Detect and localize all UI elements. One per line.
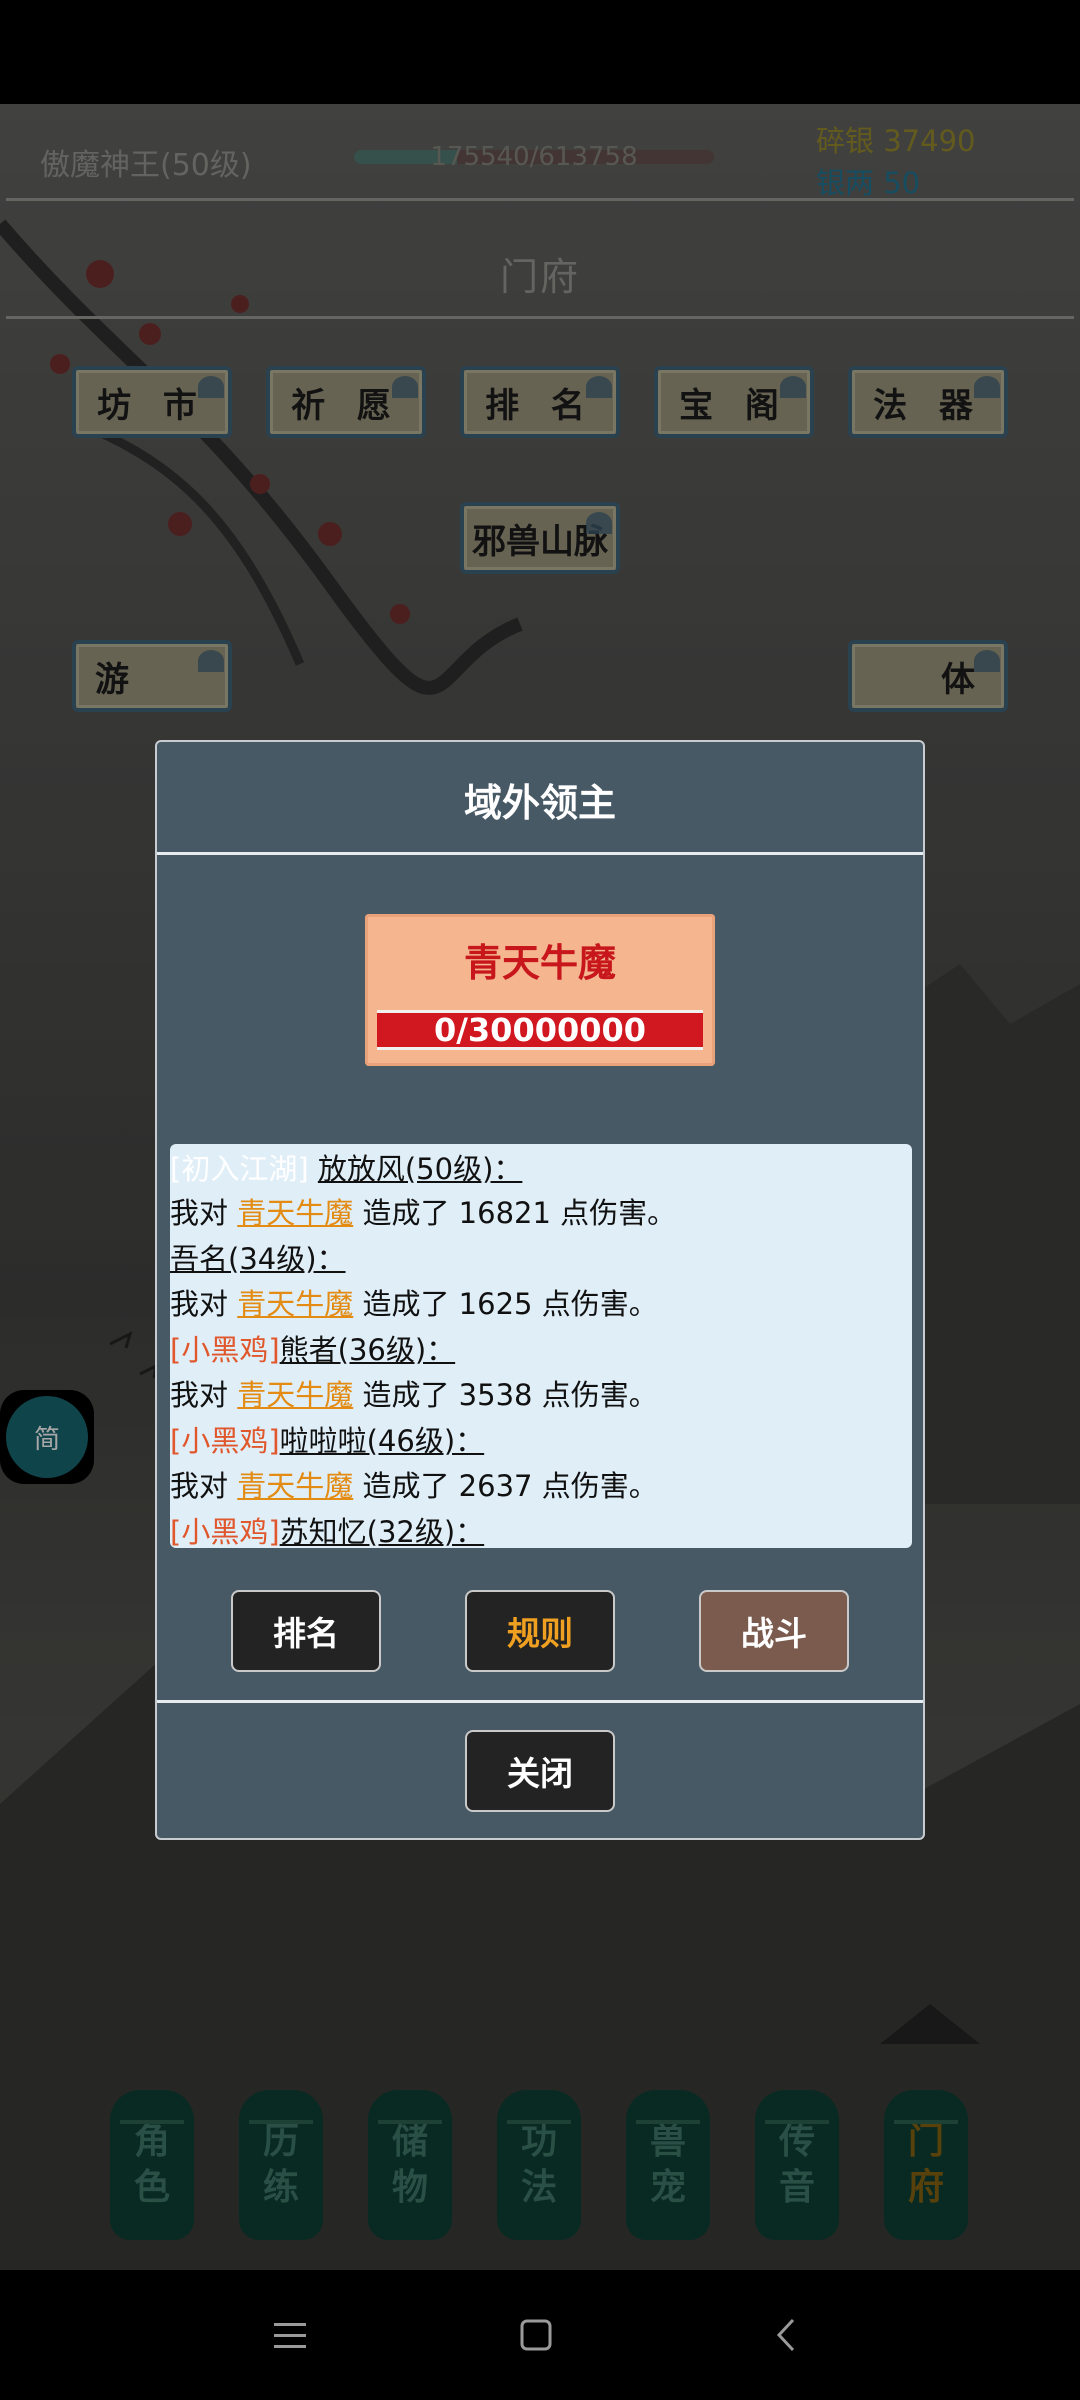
divider: [157, 1700, 923, 1703]
log-user-line: [小黑鸡]苏知忆(32级)：: [170, 1515, 485, 1548]
game-screen: 傲魔神王(50级) 175540/613758 碎银 37490 银两 50 门…: [0, 104, 1080, 2270]
market-button[interactable]: 坊 市: [72, 366, 232, 438]
rank-button[interactable]: 排名: [231, 1590, 381, 1672]
log-user-line: [初入江湖] 放放风(50级)：: [170, 1152, 523, 1186]
log-username[interactable]: 啦啦啦(46级)：: [280, 1424, 485, 1458]
ranking-button[interactable]: 排 名: [460, 366, 620, 438]
artifact-button[interactable]: 法 器: [848, 366, 1008, 438]
boss-link[interactable]: 青天牛魔: [237, 1378, 353, 1412]
log-username[interactable]: 苏知忆(32级)：: [280, 1515, 485, 1548]
exp-value: 175540/613758: [430, 142, 638, 172]
nav-training[interactable]: 历练: [239, 2090, 323, 2240]
menu-icon[interactable]: [250, 2300, 330, 2370]
boss-link[interactable]: 青天牛魔: [237, 1469, 353, 1503]
boss-card: 青天牛魔 0/30000000: [365, 914, 715, 1066]
boss-hp-bar: 0/30000000: [377, 1010, 703, 1050]
close-button[interactable]: 关闭: [465, 1730, 615, 1812]
travel-button[interactable]: 游: [72, 640, 232, 712]
divider: [6, 198, 1074, 201]
rules-button[interactable]: 规则: [465, 1590, 615, 1672]
back-icon[interactable]: [746, 2300, 826, 2370]
boss-hp-value: 0/30000000: [433, 1011, 647, 1049]
nav-character[interactable]: 角色: [110, 2090, 194, 2240]
world-boss-dialog: 域外领主 青天牛魔 0/30000000 [初入江湖] 放放风(50级)： 我对…: [155, 740, 925, 1840]
nav-storage[interactable]: 储物: [368, 2090, 452, 2240]
log-username[interactable]: 熊者(36级)：: [280, 1333, 456, 1367]
nav-skills[interactable]: 功法: [497, 2090, 581, 2240]
damage-log[interactable]: [初入江湖] 放放风(50级)： 我对 青天牛魔 造成了 16821 点伤害。 …: [170, 1144, 912, 1548]
nav-sect[interactable]: 门府: [884, 2090, 968, 2240]
log-username[interactable]: 吾名(34级)：: [170, 1242, 346, 1276]
boss-link[interactable]: 青天牛魔: [237, 1196, 353, 1230]
page-title: 门府: [499, 255, 580, 299]
wish-button[interactable]: 祈 愿: [266, 366, 426, 438]
log-user-line: [小黑鸡]啦啦啦(46级)：: [170, 1424, 485, 1458]
nav-pets[interactable]: 兽宠: [626, 2090, 710, 2240]
chat-avatar-button[interactable]: 简: [0, 1390, 94, 1484]
boss-name: 青天牛魔: [463, 941, 616, 985]
log-damage-line: 我对 青天牛魔 造成了 1625 点伤害。: [170, 1287, 658, 1321]
log-username[interactable]: 放放风(50级)：: [318, 1152, 523, 1186]
divider: [6, 316, 1074, 319]
treasure-pavilion-button[interactable]: 宝 阁: [654, 366, 814, 438]
log-damage-line: 我对 青天牛魔 造成了 2637 点伤害。: [170, 1469, 658, 1503]
dialog-title: 域外领主: [463, 781, 616, 825]
nav-messages[interactable]: 传音: [755, 2090, 839, 2240]
player-name-level: 傲魔神王(50级): [40, 148, 252, 183]
system-navigation-bar: [0, 2270, 1080, 2400]
divider: [157, 852, 923, 855]
home-icon[interactable]: [496, 2300, 576, 2370]
silver-fragments: 碎银 37490: [816, 124, 976, 158]
boss-link[interactable]: 青天牛魔: [237, 1287, 353, 1321]
status-bar: [0, 0, 1080, 104]
fight-button[interactable]: 战斗: [699, 1590, 849, 1672]
beast-mountain-button[interactable]: 邪兽山脉: [460, 502, 620, 574]
log-damage-line: 我对 青天牛魔 造成了 3538 点伤害。: [170, 1378, 658, 1412]
body-button[interactable]: 体: [848, 640, 1008, 712]
log-user-line: [小黑鸡]熊者(36级)：: [170, 1333, 456, 1367]
log-user-line: 吾名(34级)：: [170, 1236, 346, 1278]
silver-taels: 银两 50: [816, 166, 921, 200]
log-damage-line: 我对 青天牛魔 造成了 16821 点伤害。: [170, 1196, 677, 1230]
